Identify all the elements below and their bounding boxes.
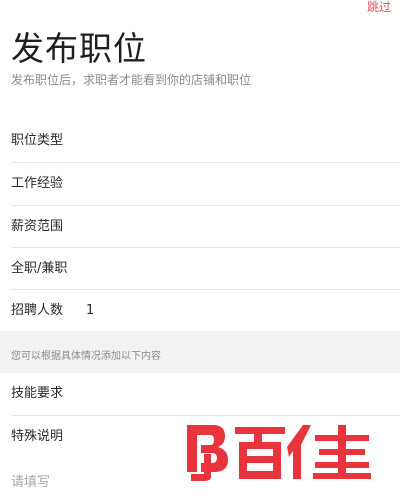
headcount-value: 1 xyxy=(86,303,95,318)
job-nature-label: 全职/兼职 xyxy=(11,261,68,276)
special-notes-input[interactable]: 请填写 xyxy=(11,474,50,492)
job-nature-row[interactable]: 全职/兼职 xyxy=(0,248,400,290)
headcount-label: 招聘人数 xyxy=(11,303,64,318)
watermark-logo xyxy=(187,425,371,481)
job-type-row[interactable]: 职位类型 xyxy=(0,120,400,162)
headcount-row[interactable]: 招聘人数 1 xyxy=(0,290,400,332)
skill-requirements-label: 技能要求 xyxy=(11,386,64,401)
salary-range-label: 薪资范围 xyxy=(11,219,64,234)
skill-requirements-row[interactable]: 技能要求 xyxy=(0,373,400,415)
job-type-label: 职位类型 xyxy=(11,133,64,148)
extra-info-hint: 您可以根据具体情况添加以下内容 xyxy=(11,351,161,362)
work-experience-label: 工作经验 xyxy=(11,176,64,191)
salary-range-row[interactable]: 薪资范围 xyxy=(0,206,400,248)
special-notes-label: 特殊说明 xyxy=(11,429,64,444)
page-subtitle: 发布职位后，求职者才能看到你的店铺和职位 xyxy=(11,73,252,87)
work-experience-row[interactable]: 工作经验 xyxy=(0,163,400,205)
page-title: 发布职位 xyxy=(11,29,147,68)
skip-button[interactable]: 跳过 xyxy=(367,0,391,14)
